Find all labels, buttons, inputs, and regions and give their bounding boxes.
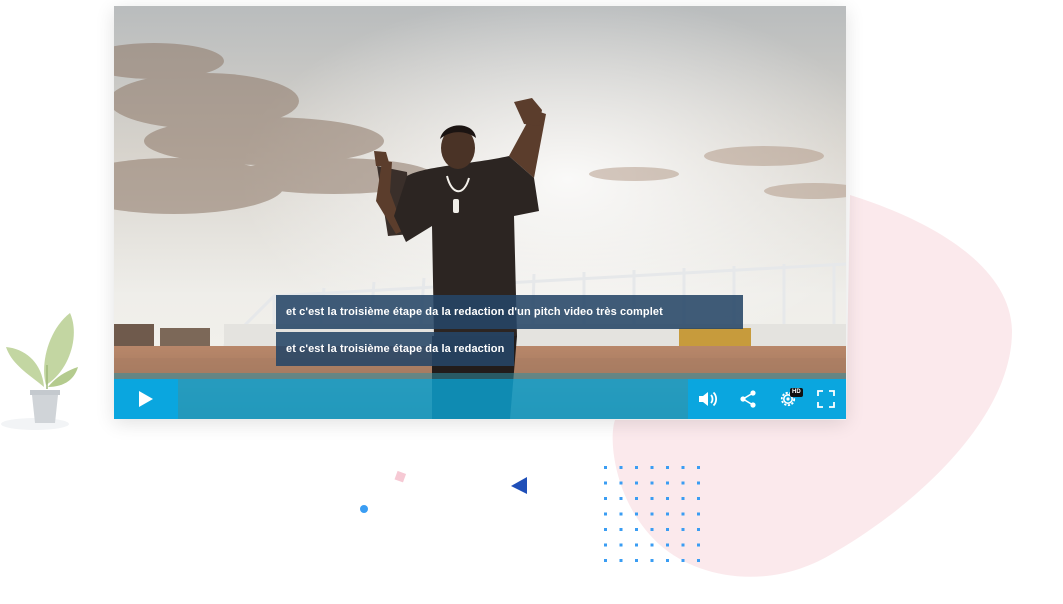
dot <box>619 466 623 469</box>
dot <box>650 543 654 547</box>
dot <box>650 528 654 531</box>
dot <box>650 481 654 485</box>
dot <box>619 528 623 531</box>
dot <box>619 543 623 547</box>
dot <box>635 528 638 531</box>
dot <box>650 559 654 562</box>
dot <box>666 512 669 516</box>
dot <box>697 512 700 516</box>
dot <box>681 512 685 516</box>
dot <box>666 528 669 531</box>
dot <box>666 466 669 469</box>
volume-icon <box>699 391 718 407</box>
fullscreen-button[interactable] <box>806 379 846 419</box>
subtitle-line-1: et c'est la troisième étape da la redact… <box>276 295 743 329</box>
dot <box>604 512 607 516</box>
fullscreen-icon <box>817 390 835 408</box>
dot <box>666 543 669 547</box>
dot <box>635 481 638 485</box>
dot <box>635 497 638 500</box>
dot <box>650 466 654 469</box>
dot <box>681 528 685 531</box>
dot <box>604 543 607 547</box>
volume-button[interactable] <box>688 379 728 419</box>
dot <box>697 559 700 562</box>
control-bar: HD <box>114 379 846 419</box>
play-icon <box>139 391 153 407</box>
dot <box>619 481 623 485</box>
dot <box>619 559 623 562</box>
dot <box>681 481 685 485</box>
video-player[interactable]: et c'est la troisième étape da la redact… <box>114 6 846 419</box>
dot <box>619 512 623 516</box>
dot <box>635 543 638 547</box>
dot <box>604 559 607 562</box>
settings-button[interactable]: HD <box>768 379 808 419</box>
dot <box>650 512 654 516</box>
dot <box>666 497 669 500</box>
dot <box>697 497 700 500</box>
dot <box>697 466 700 469</box>
dot <box>635 512 638 516</box>
dot <box>681 559 685 562</box>
dot <box>635 466 638 469</box>
play-button[interactable] <box>114 379 178 419</box>
share-icon <box>740 390 756 408</box>
dot <box>697 528 700 531</box>
dot <box>604 528 607 531</box>
dot <box>666 481 669 485</box>
dot <box>697 481 700 485</box>
dot <box>681 543 685 547</box>
dot <box>604 481 607 485</box>
dot <box>697 543 700 547</box>
share-button[interactable] <box>728 379 768 419</box>
dot <box>635 559 638 562</box>
hd-badge: HD <box>790 388 803 397</box>
dot <box>681 466 685 469</box>
dot <box>604 466 607 469</box>
dot <box>604 497 607 500</box>
dot <box>619 497 623 500</box>
dot <box>650 497 654 500</box>
dot <box>666 559 669 562</box>
subtitle-line-2: et c'est la troisième étape da la redact… <box>276 332 515 366</box>
dot <box>681 497 685 500</box>
